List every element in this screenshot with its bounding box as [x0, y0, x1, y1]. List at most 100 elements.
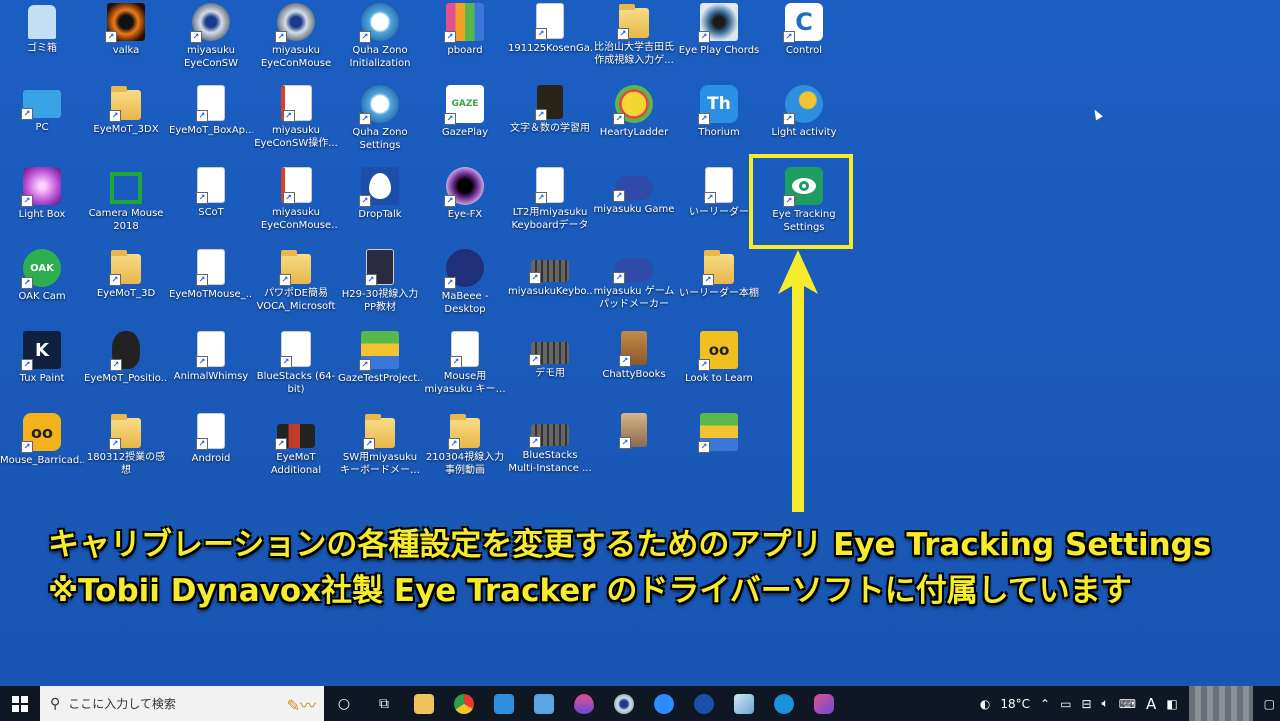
start-button[interactable] [0, 686, 40, 721]
desktop-icon-eye-fx[interactable]: ↗ Eye-FX [423, 164, 507, 246]
desktop-icon-pboard[interactable]: ↗ pboard [423, 0, 507, 82]
desktop-icon-eyeconsw-manual[interactable]: ↗ miyasuku EyeConSW操作... [254, 82, 338, 164]
remote-icon[interactable] [484, 686, 524, 721]
crystal-icon[interactable] [724, 686, 764, 721]
temperature[interactable]: 18°C [995, 697, 1035, 711]
keyboard-icon: ↗ [529, 342, 569, 366]
desktop-icon-gamepad-maker[interactable]: ↗ miyasuku ゲームパッドメーカー [592, 246, 676, 328]
desktop-icon-miyasuku-game[interactable]: ↗ miyasuku Game [592, 164, 676, 246]
desktop-icon-gazetestproject[interactable]: ↗ Mouse用miyasuku キーボードメーカー [423, 328, 507, 410]
chattybooks-icon: oo ↗ [698, 331, 738, 371]
desktop-icon-eyemot-3d[interactable]: ↗ EyeMoT_3D [84, 246, 168, 328]
desktop-icon-eyemot-3dx[interactable]: ↗ EyeMoT_3DX [84, 82, 168, 164]
drop-icon[interactable] [564, 686, 604, 721]
desktop-icon-ii-reader-bookshelf[interactable]: ↗ いーリーダー本棚 [677, 246, 761, 328]
chevron-up-icon[interactable]: ⌃ [1035, 697, 1055, 711]
notification-icon[interactable]: ▢ [1259, 697, 1280, 711]
eye-fx-icon: ↗ [444, 167, 484, 207]
desktop-icon-moji-kazu[interactable]: ↗ 文字＆数の学習用 [508, 82, 592, 164]
icon-label: Light Box [18, 209, 66, 220]
desktop-icon-android[interactable]: ↗ SW用miyasuku キーボードメーカー [338, 410, 422, 492]
gamepad-icon: ↗ [613, 176, 653, 202]
icon-label: Quha Zono Settings [352, 127, 408, 151]
cortana-icon[interactable]: ○ [324, 686, 364, 721]
desktop-icon-thorium[interactable]: Th ↗ Thorium [677, 82, 761, 164]
desktop-icon-191125[interactable]: ↗ 191125KosenGa... [508, 0, 592, 82]
volume-icon[interactable]: 🔈︎ [1097, 696, 1114, 711]
desktop-icon-tuxpaint-data[interactable]: ↗ 180312授業の感想 [84, 410, 168, 492]
desktop-icon-eyeconmouse[interactable]: ↗ miyasuku EyeConMouse [254, 0, 338, 82]
search-box[interactable]: ⚲ ここに入力して検索 ✎〰 [40, 686, 324, 721]
desktop-icon-camera-mouse[interactable]: Camera Mouse 2018 [84, 164, 168, 246]
desktop-icon-bluestacks[interactable]: ↗ GazeTestProject... [338, 328, 422, 410]
desktop-icon-animal-whimsy[interactable]: ↗ BlueStacks (64-bit) [254, 328, 338, 410]
ime-indicator[interactable]: A [1141, 695, 1161, 713]
icon-label: Mouse_Barricad... [0, 455, 84, 466]
desktop-icon-miyasuku-keyboard[interactable]: ↗ miyasukuKeybo... [508, 246, 592, 328]
battery-icon[interactable]: ▭ [1055, 697, 1076, 711]
eye-app-icon[interactable] [684, 686, 724, 721]
eyecon-icon[interactable] [604, 686, 644, 721]
desktop-icon-hijiyama[interactable]: ↗ 比治山大学吉田氏作成視線入力ゲ... [592, 0, 676, 82]
desktop-icon-light-box[interactable]: ↗ Light Box [0, 164, 84, 246]
desktop-icon-mouse-barricade[interactable]: ↗ Android [169, 410, 253, 492]
desktop-icon-eyemot-additional[interactable]: ↗ 210304視線入力事例動画 [423, 410, 507, 492]
desktop-icon-recycle-bin[interactable]: ゴミ箱 [0, 0, 84, 82]
desktop-icon-eyeconmouse-manual[interactable]: ↗ miyasuku EyeConMouse操... [254, 164, 338, 246]
desktop-icon-lt2-keyboard[interactable]: ↗ LT2用miyasuku Keyboardデータ [508, 164, 592, 246]
desktop-icon-demo[interactable]: ↗ ChattyBooks [592, 328, 676, 410]
icon-label: 180312授業の感想 [86, 452, 166, 476]
desktop-icon-quha-settings[interactable]: ↗ Quha Zono Settings [338, 82, 422, 164]
desktop-icon-h29-30[interactable]: ↗ H29-30視線入力PP教材 [338, 246, 422, 328]
desktop-icon-sw-keyboard-maker[interactable]: ↗ BlueStacks Multi-Instance ... [508, 410, 592, 492]
document-icon: ↗ [196, 167, 225, 204]
task-view-icon[interactable]: ⧉ [364, 686, 404, 721]
desktop-icon-droptalk[interactable]: ↗ DropTalk [338, 164, 422, 246]
icon-label: ゴミ箱 [27, 43, 57, 54]
pen-workspace-icon[interactable]: ◧ [1161, 697, 1182, 711]
document-icon: ↗ [365, 249, 394, 286]
desktop-icon-eyemot-boxap[interactable]: ↗ EyeMoT_BoxAp... [169, 82, 253, 164]
icon-label: 210304視線入力事例動画 [425, 452, 505, 476]
search-input[interactable]: ここに入力して検索 [68, 695, 176, 712]
desktop-icon-mouse-keyboard-maker[interactable]: ↗ デモ用 [508, 328, 592, 410]
monitor-icon[interactable] [524, 686, 564, 721]
desktop-icon-eyemotmouse[interactable]: ↗ EyeMoTMouse_... [169, 246, 253, 328]
pc-icon: ↗ [21, 90, 61, 120]
desktop-icon-gazeplay[interactable]: GAZE ↗ GazePlay [423, 82, 507, 164]
desktop-icon-light-activity[interactable]: ↗ Light activity [762, 82, 846, 164]
desktop-icon-eye-play-chords[interactable]: ↗ Eye Play Chords [677, 0, 761, 82]
desktop-icon-eyeconsw[interactable]: ↗ miyasuku EyeConSW [169, 0, 253, 82]
icon-label: DropTalk [358, 209, 402, 220]
desktop-icon-chattybooks[interactable]: oo ↗ Look to Learn [677, 328, 761, 410]
weather-icon[interactable]: ◐ [975, 697, 995, 711]
icon-label: miyasukuKeybo... [508, 286, 592, 297]
desktop-icon-kagura[interactable]: K ↗ Tux Paint [0, 328, 84, 410]
oak-cam-icon: OAK ↗ [21, 249, 61, 289]
desktop-icon-oak-cam[interactable]: OAK ↗ OAK Cam [0, 246, 84, 328]
desktop-icon-valka[interactable]: ↗ valka [84, 0, 168, 82]
explorer-icon[interactable] [404, 686, 444, 721]
desktop-icon-bluestacks-multi[interactable]: ↗ [677, 410, 761, 492]
chrome-icon[interactable] [444, 686, 484, 721]
app-icon[interactable] [804, 686, 844, 721]
zoom-icon[interactable] [644, 686, 684, 721]
keyboard-icon[interactable]: ⌨ [1114, 697, 1141, 711]
desktop-icon-control[interactable]: C ↗ Control [762, 0, 846, 82]
desktop-icon-180312[interactable]: ↗ EyeMoT Additional [254, 410, 338, 492]
desktop-icon-eyemot-position[interactable]: ↗ AnimalWhimsy [169, 328, 253, 410]
tobii-icon[interactable] [764, 686, 804, 721]
desktop-icon-heartyladder[interactable]: ↗ HeartyLadder [592, 82, 676, 164]
desktop-icon-pawapo-voca[interactable]: ↗ パワポDE簡易VOCA_Microsoft [254, 246, 338, 328]
desktop-icon-mabeee[interactable]: ↗ MaBeee - Desktop [423, 246, 507, 328]
desktop-icon-210304[interactable]: ↗ [592, 410, 676, 492]
desktop-icon-look-to-learn[interactable]: oo ↗ Mouse_Barricad... [0, 410, 84, 492]
desktop-icon-tux-paint[interactable]: ↗ EyeMoT_Positio... [84, 328, 168, 410]
quha-icon: ↗ [359, 3, 399, 43]
icon-label: valka [112, 45, 140, 56]
network-icon[interactable]: ⊟ [1076, 697, 1096, 711]
clock[interactable] [1188, 686, 1253, 721]
desktop-icon-scot[interactable]: ↗ SCoT [169, 164, 253, 246]
desktop-icon-quha-init[interactable]: ↗ Quha Zono Initialization [338, 0, 422, 82]
desktop-icon-pc[interactable]: ↗ PC [0, 82, 84, 164]
